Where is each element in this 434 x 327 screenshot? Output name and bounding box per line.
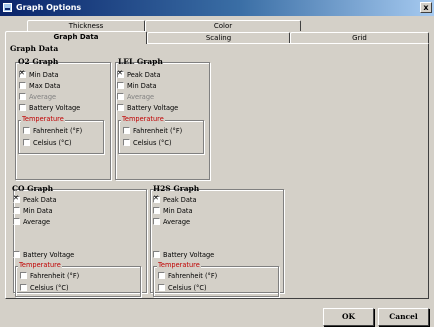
- checkbox-label: Average: [127, 93, 155, 101]
- o2-graph-title: O2 Graph: [18, 57, 59, 66]
- close-button[interactable]: x: [420, 2, 432, 13]
- checkbox-box[interactable]: [117, 69, 124, 78]
- h2s-average-checkbox[interactable]: Average: [153, 217, 191, 228]
- checkbox-box[interactable]: [19, 81, 26, 89]
- checkbox-box[interactable]: [153, 194, 160, 203]
- tab-label: Thickness: [68, 22, 104, 30]
- tab-scaling[interactable]: Scaling: [147, 32, 290, 43]
- checkbox-label: Min Data: [127, 82, 157, 90]
- checkbox-label: Celsius (°C): [33, 139, 72, 147]
- checkbox-box[interactable]: [13, 217, 20, 225]
- co-celsius-checkbox[interactable]: Celsius (°C): [20, 283, 69, 294]
- co-fahrenheit-checkbox[interactable]: Fahrenheit (°F): [20, 271, 80, 282]
- panel-title: Graph Data: [10, 44, 59, 53]
- checkbox-box[interactable]: [153, 206, 160, 214]
- checkbox-box[interactable]: [153, 250, 160, 258]
- checkbox-box[interactable]: [19, 92, 26, 100]
- checkbox-box[interactable]: [13, 194, 20, 203]
- checkbox-box[interactable]: [158, 283, 165, 291]
- lel-peak-data-checkbox[interactable]: Peak Data: [117, 69, 161, 81]
- o2-min-data-checkbox[interactable]: Min Data: [19, 69, 59, 81]
- co-battery-voltage-checkbox[interactable]: Battery Voltage: [13, 250, 75, 261]
- tab-color[interactable]: Color: [145, 20, 301, 31]
- h2s-graph-title: H2S Graph: [153, 184, 200, 193]
- lel-average-checkbox[interactable]: Average: [117, 92, 155, 103]
- h2s-peak-data-checkbox[interactable]: Peak Data: [153, 194, 197, 206]
- checkbox-label: Peak Data: [23, 196, 57, 204]
- app-icon: [3, 3, 12, 12]
- checkbox-box[interactable]: [117, 92, 124, 100]
- co-temperature-title: Temperature: [18, 261, 62, 269]
- tab-label: Scaling: [205, 34, 232, 42]
- checkbox-label: Fahrenheit (°F): [33, 127, 83, 135]
- tab-label: Color: [213, 22, 233, 30]
- checkbox-box[interactable]: [19, 69, 26, 78]
- checkbox-box[interactable]: [20, 271, 27, 279]
- lel-temperature-title: Temperature: [121, 115, 165, 123]
- o2-celsius-checkbox[interactable]: Celsius (°C): [23, 138, 72, 149]
- o2-average-checkbox[interactable]: Average: [19, 92, 57, 103]
- checkbox-box[interactable]: [19, 103, 26, 111]
- lel-fahrenheit-checkbox[interactable]: Fahrenheit (°F): [123, 126, 183, 137]
- window-title: Graph Options: [16, 3, 82, 12]
- checkbox-label: Battery Voltage: [163, 251, 215, 259]
- checkbox-label: Average: [29, 93, 57, 101]
- o2-fahrenheit-checkbox[interactable]: Fahrenheit (°F): [23, 126, 83, 137]
- checkbox-box[interactable]: [23, 126, 30, 134]
- h2s-temperature-title: Temperature: [157, 261, 201, 269]
- checkbox-label: Fahrenheit (°F): [133, 127, 183, 135]
- h2s-fahrenheit-checkbox[interactable]: Fahrenheit (°F): [158, 271, 218, 282]
- checkbox-box[interactable]: [117, 103, 124, 111]
- graph-options-dialog: Graph Options x Thickness Color Graph Da…: [0, 0, 434, 327]
- tab-graph-data[interactable]: Graph Data: [5, 31, 147, 44]
- tab-label: Graph Data: [53, 33, 99, 41]
- checkbox-box[interactable]: [158, 271, 165, 279]
- checkbox-label: Peak Data: [127, 71, 161, 79]
- checkbox-box[interactable]: [123, 138, 130, 146]
- h2s-battery-voltage-checkbox[interactable]: Battery Voltage: [153, 250, 215, 261]
- checkbox-box[interactable]: [23, 138, 30, 146]
- title-bar: Graph Options x: [0, 0, 434, 16]
- h2s-celsius-checkbox[interactable]: Celsius (°C): [158, 283, 207, 294]
- checkbox-label: Battery Voltage: [127, 104, 179, 112]
- o2-battery-voltage-checkbox[interactable]: Battery Voltage: [19, 103, 81, 114]
- o2-max-data-checkbox[interactable]: Max Data: [19, 81, 61, 92]
- checkbox-label: Min Data: [29, 71, 59, 79]
- co-average-checkbox[interactable]: Average: [13, 217, 51, 228]
- checkbox-box[interactable]: [20, 283, 27, 291]
- tab-grid[interactable]: Grid: [290, 32, 429, 43]
- checkbox-label: Fahrenheit (°F): [30, 272, 80, 280]
- checkbox-label: Battery Voltage: [29, 104, 81, 112]
- checkbox-label: Celsius (°C): [168, 284, 207, 292]
- checkbox-label: Battery Voltage: [23, 251, 75, 259]
- lel-battery-voltage-checkbox[interactable]: Battery Voltage: [117, 103, 179, 114]
- checkbox-label: Min Data: [163, 207, 193, 215]
- co-min-data-checkbox[interactable]: Min Data: [13, 206, 53, 217]
- ok-button[interactable]: OK: [323, 308, 374, 326]
- checkbox-label: Peak Data: [163, 196, 197, 204]
- checkbox-box[interactable]: [117, 81, 124, 89]
- checkbox-label: Celsius (°C): [133, 139, 172, 147]
- cancel-button[interactable]: Cancel: [378, 308, 429, 326]
- lel-min-data-checkbox[interactable]: Min Data: [117, 81, 157, 92]
- checkbox-label: Average: [23, 218, 51, 226]
- co-peak-data-checkbox[interactable]: Peak Data: [13, 194, 57, 206]
- tab-thickness[interactable]: Thickness: [27, 20, 145, 31]
- checkbox-box[interactable]: [123, 126, 130, 134]
- co-graph-title: CO Graph: [12, 184, 54, 193]
- lel-graph-title: LEL Graph: [118, 57, 163, 66]
- checkbox-box[interactable]: [153, 217, 160, 225]
- lel-celsius-checkbox[interactable]: Celsius (°C): [123, 138, 172, 149]
- checkbox-box[interactable]: [13, 250, 20, 258]
- h2s-min-data-checkbox[interactable]: Min Data: [153, 206, 193, 217]
- checkbox-label: Fahrenheit (°F): [168, 272, 218, 280]
- checkbox-label: Celsius (°C): [30, 284, 69, 292]
- checkbox-box[interactable]: [13, 206, 20, 214]
- checkbox-label: Average: [163, 218, 191, 226]
- checkbox-label: Max Data: [29, 82, 61, 90]
- checkbox-label: Min Data: [23, 207, 53, 215]
- tab-label: Grid: [352, 34, 367, 42]
- o2-temperature-title: Temperature: [21, 115, 65, 123]
